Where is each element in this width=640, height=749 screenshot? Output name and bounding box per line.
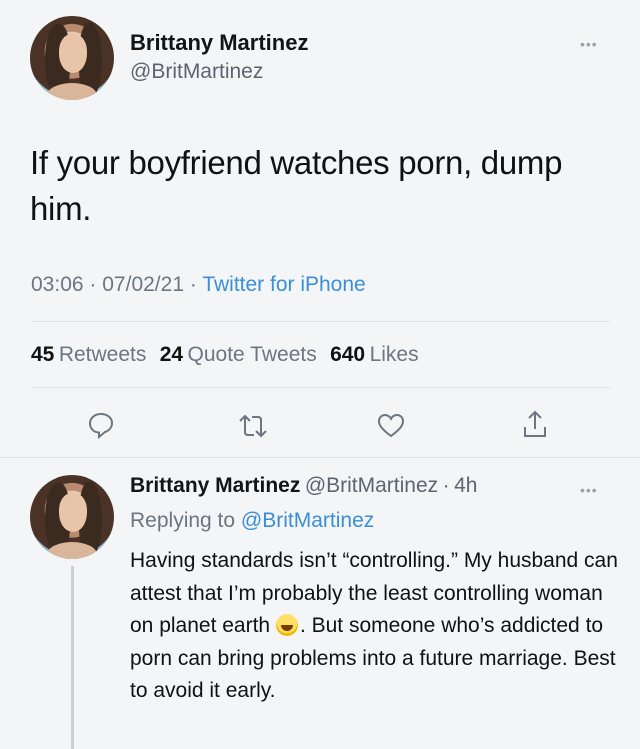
tweet-time: 03:06	[31, 273, 84, 296]
likes-count: 640	[330, 343, 366, 366]
reply-author-name[interactable]: Brittany Martinez	[130, 474, 300, 497]
retweet-button[interactable]	[237, 412, 269, 445]
reply-age: 4h	[454, 474, 478, 497]
tweet-stats: 45 Retweets 24 Quote Tweets 640 Likes	[31, 343, 419, 367]
replying-to: Replying to @BritMartinez	[130, 509, 374, 533]
reply-avatar[interactable]	[30, 475, 114, 559]
quote-tweets-label: Quote Tweets	[187, 343, 317, 366]
tweet-date: 07/02/21	[102, 273, 184, 296]
retweets-label: Retweets	[58, 343, 147, 366]
tweet-meta: 03:06 · 07/02/21 · Twitter for iPhone	[31, 273, 366, 297]
reply-icon	[88, 412, 114, 440]
retweets-count: 45	[31, 343, 55, 366]
retweets-stat[interactable]: 45 Retweets	[31, 343, 151, 366]
share-icon	[524, 410, 546, 437]
divider	[31, 387, 610, 388]
likes-label: Likes	[369, 343, 419, 366]
quote-tweets-count: 24	[159, 343, 184, 366]
like-icon	[377, 413, 405, 438]
replying-to-handle-link[interactable]: @BritMartinez	[241, 509, 374, 532]
quote-tweets-stat[interactable]: 24 Quote Tweets	[160, 343, 321, 366]
divider	[0, 457, 640, 458]
share-button[interactable]	[520, 408, 550, 445]
author-name[interactable]: Brittany Martinez	[130, 30, 308, 56]
joy-emoji-icon	[275, 614, 298, 636]
reply-separator: ·	[442, 474, 450, 497]
likes-stat[interactable]: 640 Likes	[330, 343, 419, 366]
reply-author-handle[interactable]: @BritMartinez	[305, 474, 438, 497]
meta-separator: ·	[189, 273, 197, 296]
reply-header: Brittany Martinez @BritMartinez · 4h	[130, 474, 477, 498]
divider	[31, 321, 610, 322]
author-handle[interactable]: @BritMartinez	[130, 60, 263, 84]
thread-line	[71, 566, 74, 749]
retweet-icon	[239, 414, 267, 438]
like-button[interactable]	[376, 411, 406, 444]
tweet-text: If your boyfriend watches porn, dump him…	[30, 144, 563, 227]
avatar[interactable]	[30, 16, 114, 100]
reply-button[interactable]	[86, 410, 116, 445]
replying-to-prefix: Replying to	[130, 509, 236, 532]
more-options-button[interactable]: •••	[580, 36, 598, 52]
meta-separator: ·	[89, 273, 97, 296]
tweet-source-link[interactable]: Twitter for iPhone	[202, 273, 365, 296]
reply-more-options-button[interactable]: •••	[580, 482, 598, 498]
reply-text: Having standards isn’t “controlling.” My…	[130, 545, 620, 708]
